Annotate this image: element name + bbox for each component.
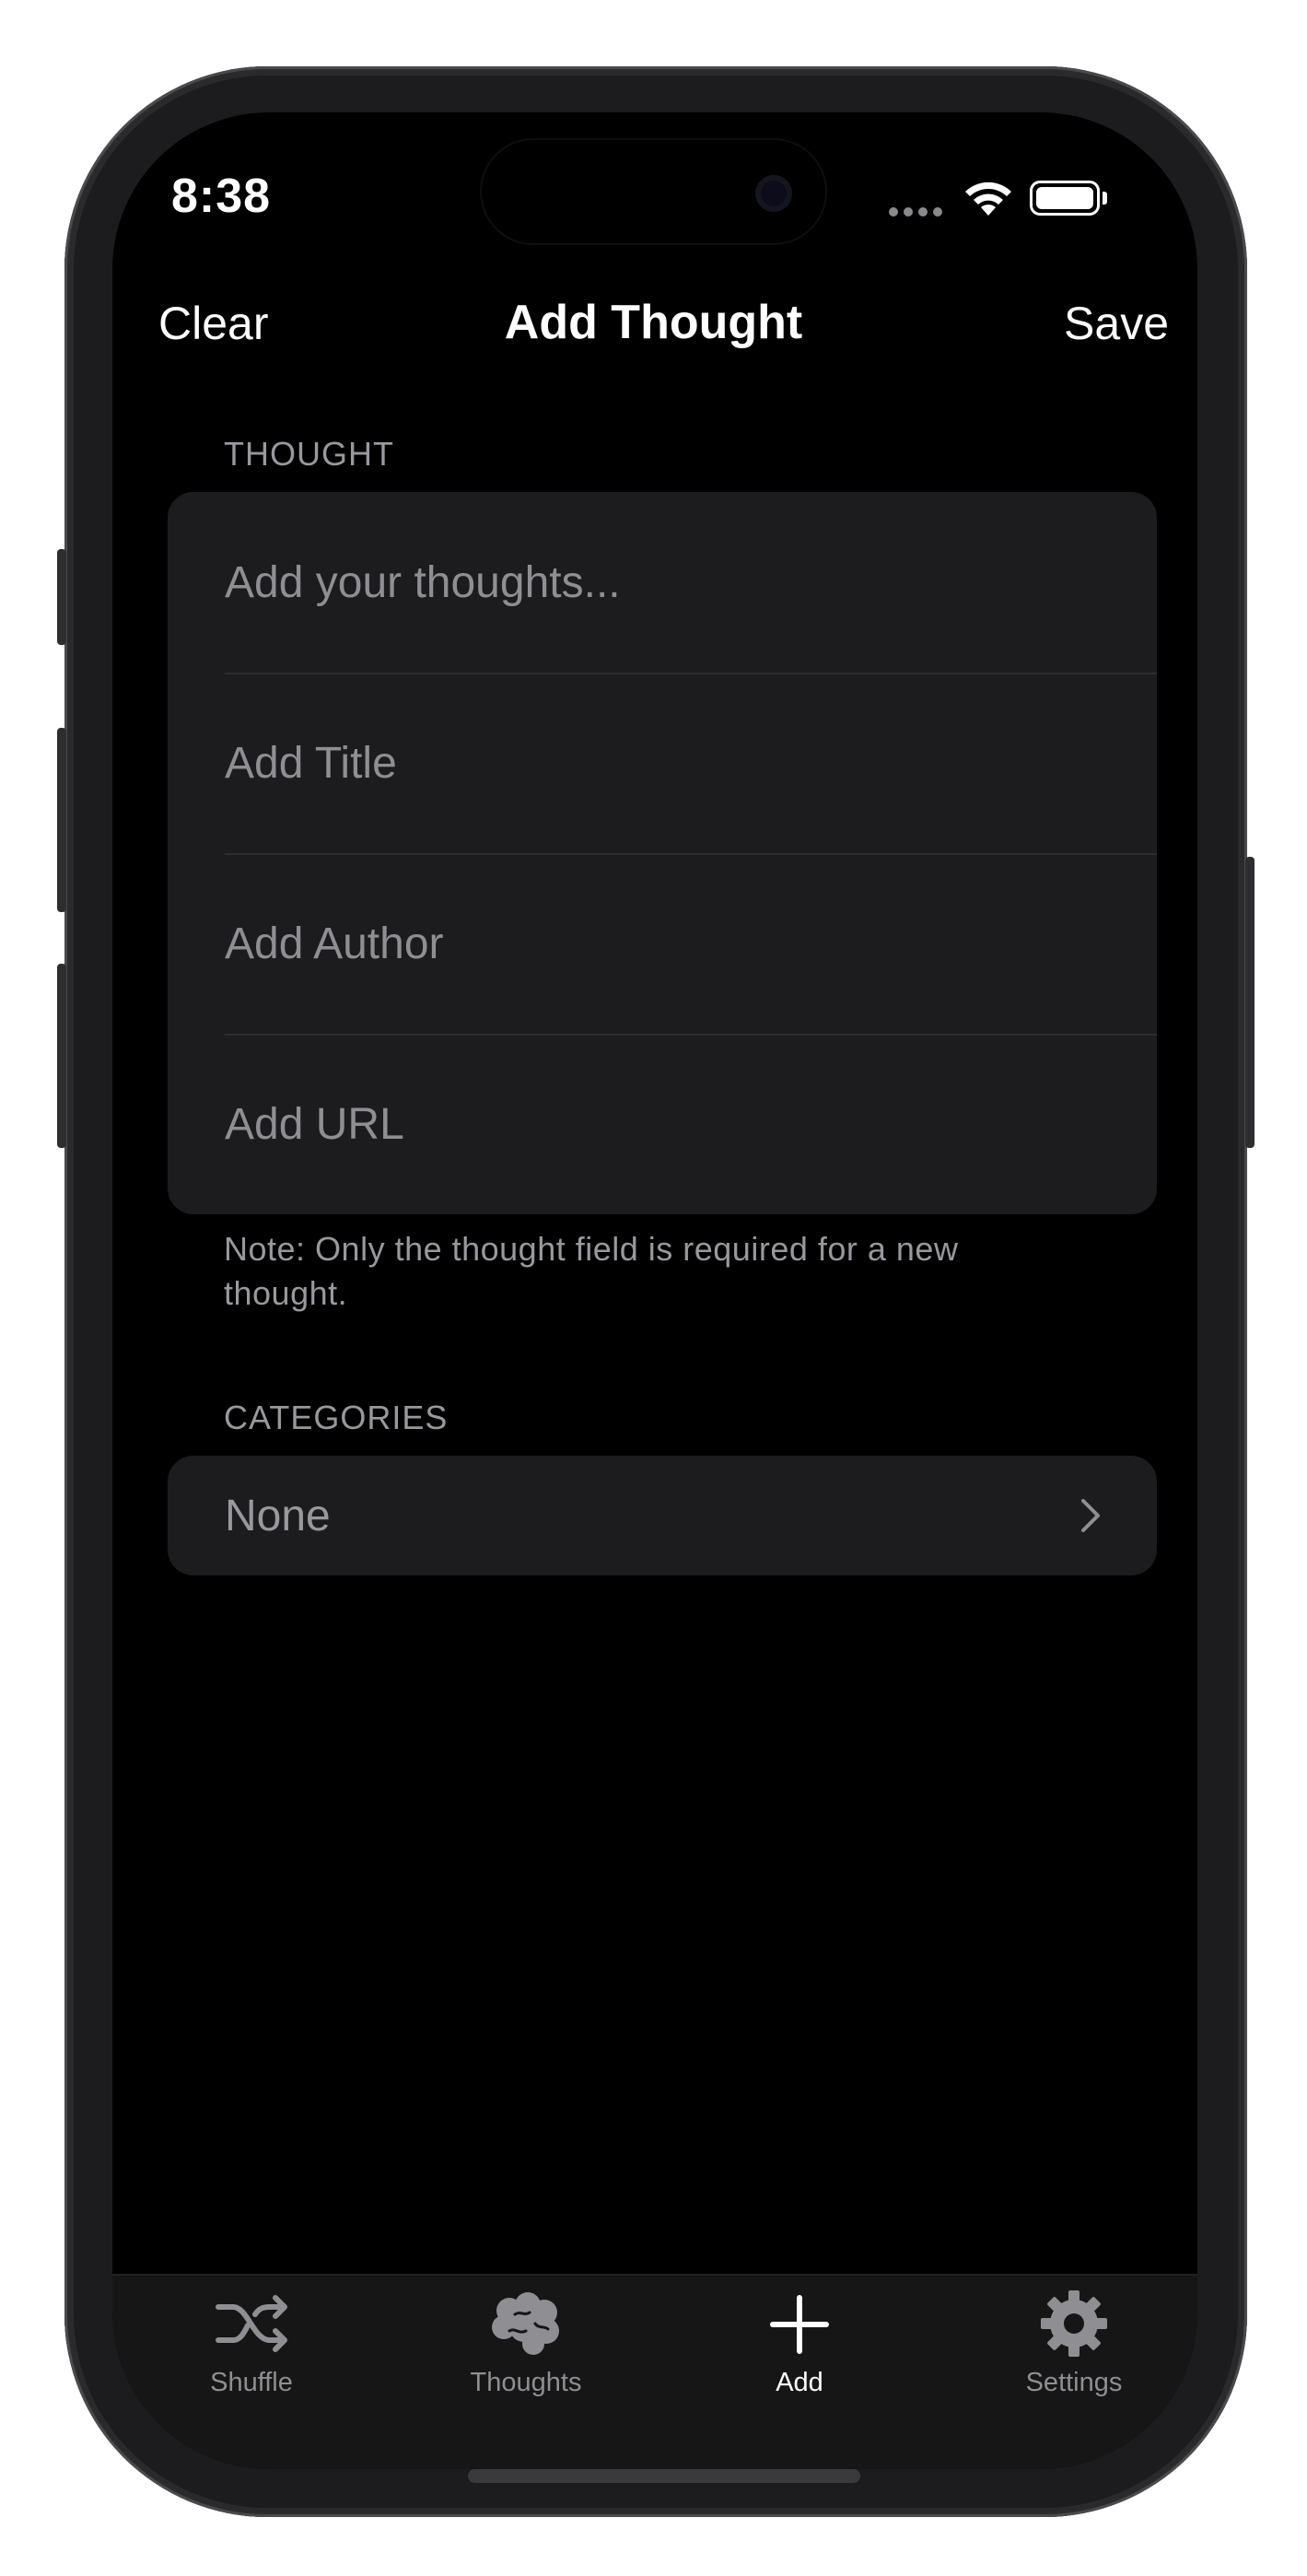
- thought-section-header: THOUGHT: [224, 435, 394, 473]
- url-field-row: [168, 1034, 1157, 1214]
- tab-shuffle[interactable]: Shuffle: [159, 2289, 344, 2398]
- category-selector[interactable]: None: [168, 1456, 1157, 1575]
- url-input[interactable]: [225, 1098, 1157, 1150]
- tab-add-label: Add: [776, 2368, 823, 2397]
- signal-dots-icon: [889, 205, 948, 221]
- tab-settings-label: Settings: [1025, 2368, 1123, 2397]
- home-indicator: [468, 2469, 860, 2483]
- shuffle-icon: [216, 2295, 287, 2352]
- tab-settings[interactable]: Settings: [982, 2289, 1166, 2398]
- battery-icon: [1030, 181, 1100, 216]
- chevron-right-icon: [1081, 1499, 1100, 1532]
- title-field-row: [168, 673, 1157, 853]
- status-time: 8:38: [170, 170, 272, 223]
- author-field-row: [168, 853, 1157, 1034]
- action-button: [57, 549, 66, 645]
- tab-shuffle-label: Shuffle: [210, 2368, 293, 2397]
- tab-thoughts[interactable]: Thoughts: [434, 2289, 618, 2398]
- battery-cap: [1103, 192, 1107, 205]
- save-button[interactable]: Save: [1064, 297, 1169, 350]
- thought-input[interactable]: [225, 556, 1157, 608]
- volume-down-button: [57, 964, 66, 1148]
- categories-section-header: CATEGORIES: [224, 1399, 449, 1436]
- category-value: None: [225, 1491, 331, 1540]
- author-input[interactable]: [225, 918, 1157, 969]
- categories-card: None: [168, 1456, 1157, 1575]
- power-button: [1245, 857, 1254, 1148]
- plus-icon: [770, 2295, 829, 2354]
- wifi-icon: [965, 181, 1011, 216]
- title-input[interactable]: [225, 737, 1157, 789]
- gear-icon: [1041, 2290, 1107, 2357]
- camera-icon: [755, 175, 792, 212]
- brain-icon: [492, 2292, 559, 2355]
- thought-field-row: [168, 492, 1157, 673]
- required-note: Note: Only the thought field is required…: [224, 1230, 959, 1312]
- thought-form-card: [168, 492, 1157, 1214]
- volume-up-button: [57, 728, 66, 912]
- tab-thoughts-label: Thoughts: [470, 2368, 582, 2397]
- tab-add[interactable]: Add: [707, 2289, 892, 2398]
